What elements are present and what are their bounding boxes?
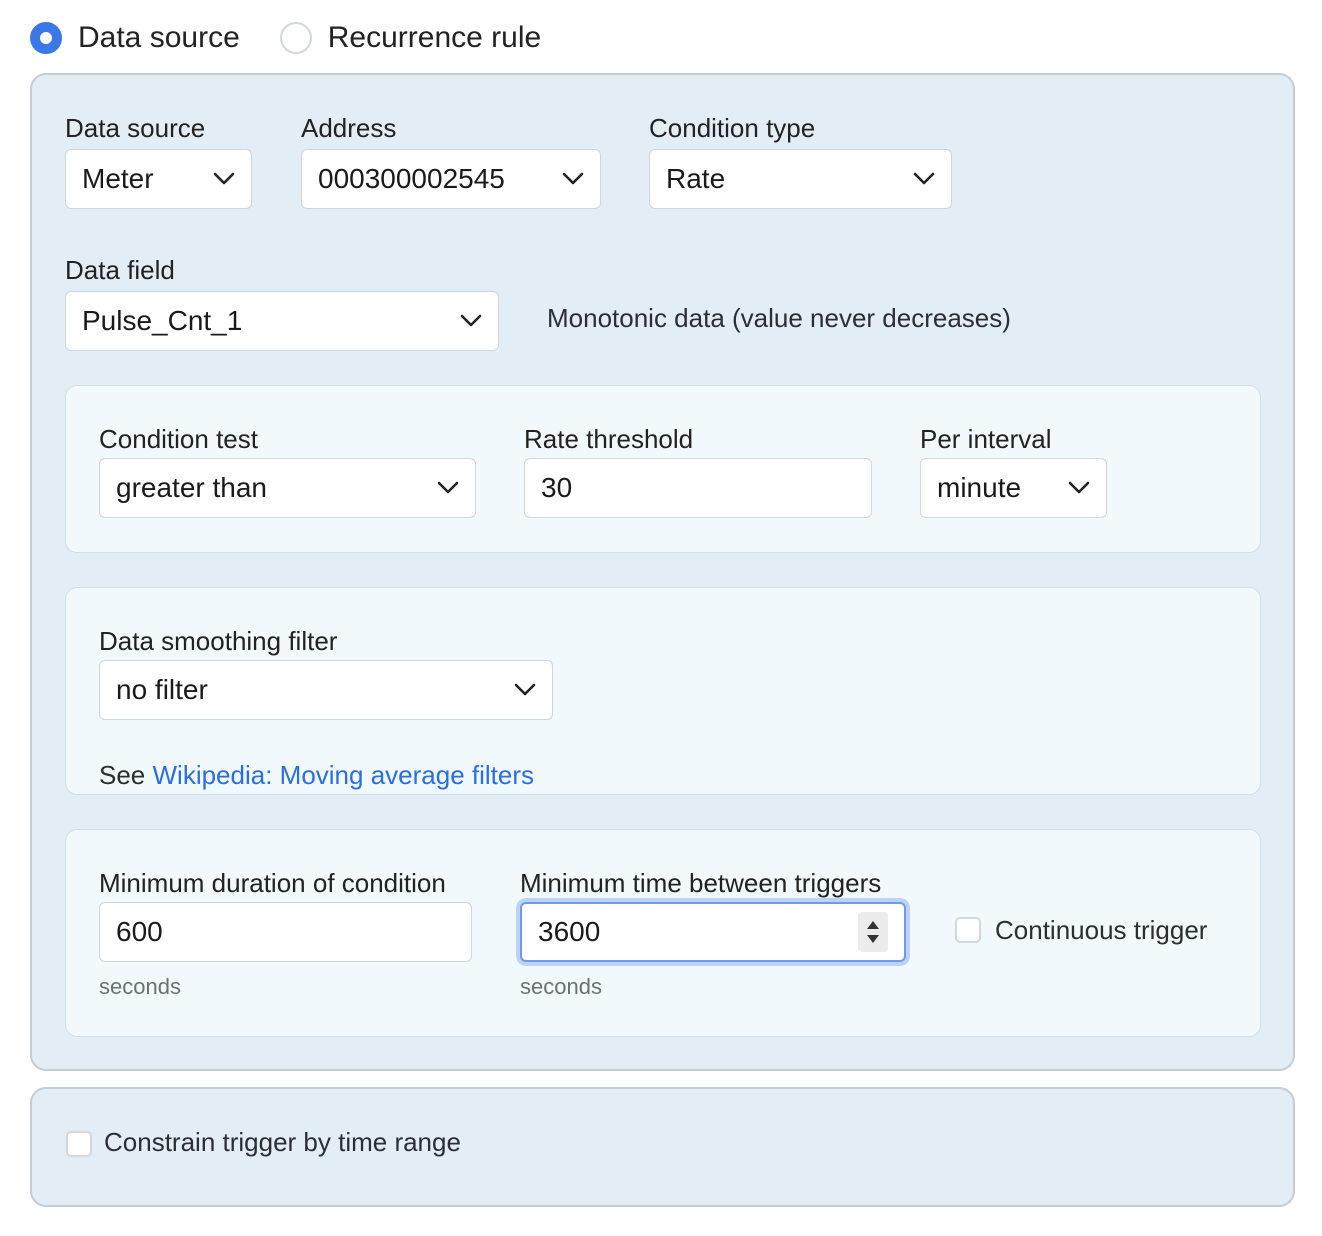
data-source-panel: Data source Meter Address 000300002545 C… — [30, 73, 1295, 1071]
rate-threshold-value: 30 — [541, 472, 573, 503]
data-source-label: Data source — [65, 113, 206, 143]
address-select[interactable]: 000300002545 — [301, 149, 601, 209]
chevron-down-icon — [437, 481, 459, 495]
rate-threshold-label: Rate threshold — [524, 424, 694, 454]
mode-radio-group: Data source Recurrence rule — [30, 16, 581, 60]
mode-option-data-source[interactable]: Data source — [30, 21, 240, 55]
address-value: 000300002545 — [318, 163, 505, 194]
min-duration-label: Minimum duration of condition — [99, 868, 446, 898]
stepper-down-icon — [867, 935, 879, 943]
condition-subpanel: Condition test greater than Rate thresho… — [65, 385, 1261, 553]
rate-threshold-input[interactable]: 30 — [524, 458, 872, 518]
condition-test-select[interactable]: greater than — [99, 458, 476, 518]
address-label: Address — [301, 113, 397, 143]
min-between-unit: seconds — [520, 974, 602, 999]
per-interval-label: Per interval — [920, 424, 1052, 454]
mode-option-label: Data source — [78, 21, 240, 54]
chevron-down-icon — [460, 314, 482, 328]
data-source-value: Meter — [82, 163, 154, 194]
chevron-down-icon — [213, 172, 235, 186]
min-between-label: Minimum time between triggers — [520, 868, 882, 898]
chevron-down-icon — [562, 172, 584, 186]
smoothing-see-text: See Wikipedia: Moving average filters — [99, 760, 534, 791]
constrain-time-range-checkbox[interactable] — [66, 1131, 92, 1157]
data-field-select[interactable]: Pulse_Cnt_1 — [65, 291, 499, 351]
stepper-up-icon — [867, 921, 879, 929]
min-between-input[interactable]: 3600 — [520, 902, 906, 962]
smoothing-filter-label: Data smoothing filter — [99, 626, 338, 656]
condition-type-label: Condition type — [649, 113, 816, 143]
wikipedia-link[interactable]: Wikipedia: Moving average filters — [153, 760, 535, 790]
smoothing-filter-select[interactable]: no filter — [99, 660, 553, 720]
condition-test-value: greater than — [116, 472, 267, 503]
condition-type-value: Rate — [666, 163, 726, 194]
min-duration-value: 600 — [116, 916, 163, 947]
smoothing-filter-value: no filter — [116, 674, 208, 705]
see-prefix: See — [99, 760, 153, 790]
min-duration-unit: seconds — [99, 974, 181, 999]
mode-option-recurrence-rule[interactable]: Recurrence rule — [279, 21, 542, 55]
continuous-trigger-label: Continuous trigger — [995, 915, 1208, 945]
chevron-down-icon — [913, 172, 935, 186]
radio-recurrence-rule[interactable] — [279, 22, 312, 54]
chevron-down-icon — [1068, 481, 1090, 495]
min-duration-input[interactable]: 600 — [99, 902, 472, 962]
per-interval-select[interactable]: minute — [920, 458, 1107, 518]
radio-data-source[interactable] — [30, 22, 62, 54]
smoothing-subpanel: Data smoothing filter no filter See Wiki… — [65, 587, 1261, 795]
continuous-trigger-checkbox[interactable] — [955, 917, 981, 943]
timing-subpanel: Minimum duration of condition 600 second… — [65, 829, 1261, 1037]
data-source-select[interactable]: Meter — [65, 149, 252, 209]
constraint-panel: Constrain trigger by time range — [30, 1087, 1295, 1207]
mode-option-label: Recurrence rule — [327, 21, 542, 54]
data-field-label: Data field — [65, 255, 175, 285]
data-field-value: Pulse_Cnt_1 — [82, 305, 243, 336]
number-stepper[interactable] — [858, 912, 888, 952]
chevron-down-icon — [514, 683, 536, 697]
condition-type-select[interactable]: Rate — [649, 149, 952, 209]
per-interval-value: minute — [937, 472, 1022, 503]
condition-test-label: Condition test — [99, 424, 258, 454]
min-between-value: 3600 — [538, 916, 601, 947]
data-field-note: Monotonic data (value never decreases) — [547, 303, 1011, 333]
constrain-time-range-label: Constrain trigger by time range — [104, 1127, 461, 1157]
